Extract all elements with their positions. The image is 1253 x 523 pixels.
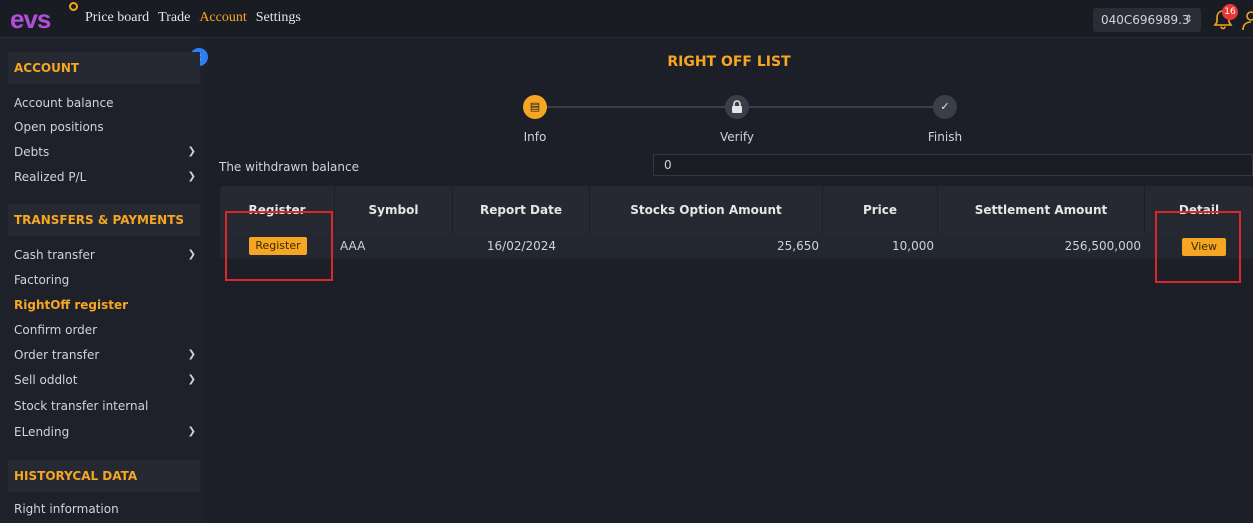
check-icon: ✓ — [933, 95, 957, 119]
sidebar-item-confirm-order[interactable]: Confirm order — [14, 319, 204, 341]
cell-price: 10,000 — [892, 239, 934, 253]
rightoff-table: Register Symbol Report Date Stocks Optio… — [220, 186, 1253, 260]
app-logo[interactable]: evs — [10, 2, 78, 34]
sidebar-item-label: Stock transfer internal — [14, 399, 149, 413]
sidebar-item-account-balance[interactable]: Account balance — [14, 92, 204, 114]
top-bar: evs Price board Trade Account Settings 0… — [0, 0, 1253, 38]
account-select[interactable]: 040C696989.3 ⇕ — [1093, 8, 1201, 32]
sidebar-item-open-positions[interactable]: Open positions — [14, 116, 204, 138]
nav-settings[interactable]: Settings — [256, 10, 301, 26]
sidebar-item-label: Right information — [14, 502, 119, 516]
sidebar-item-debts[interactable]: Debts ❯ — [14, 141, 204, 163]
sidebar-item-label: Cash transfer — [14, 248, 95, 262]
logo-dot — [69, 2, 78, 11]
sidebar-item-label: Realized P/L — [14, 170, 87, 184]
nav-account[interactable]: Account — [199, 10, 246, 26]
sidebar-item-label: Order transfer — [14, 348, 100, 362]
table-row: Register AAA 16/02/2024 25,650 10,000 25… — [220, 234, 1253, 258]
chevron-down-icon: ❯ — [187, 171, 196, 182]
notification-badge: 16 — [1222, 4, 1238, 20]
account-number: 040C696989.3 — [1101, 13, 1190, 27]
logo-text: evs — [10, 4, 51, 34]
stepper-line — [547, 106, 735, 108]
select-caret-icon: ⇕ — [1184, 14, 1193, 25]
highlight-box-view — [1155, 211, 1241, 283]
sidebar-item-label: Factoring — [14, 273, 70, 287]
sidebar-item-label: Debts — [14, 145, 50, 159]
sidebar-item-factoring[interactable]: Factoring — [14, 269, 204, 291]
sidebar-item-label: Open positions — [14, 120, 104, 134]
withdrawn-balance-label: The withdrawn balance — [219, 160, 359, 174]
section-historycal-data: HISTORYCAL DATA — [8, 460, 200, 492]
stepper-line — [747, 106, 935, 108]
sidebar-item-order-transfer[interactable]: Order transfer ❯ — [14, 344, 204, 366]
chevron-down-icon: ❯ — [187, 374, 196, 385]
chevron-down-icon: ❯ — [187, 249, 196, 260]
step-label-finish: Finish — [927, 130, 963, 144]
cell-symbol: AAA — [340, 239, 366, 253]
sidebar-item-label: ELending — [14, 425, 70, 439]
cell-stocks-option-amount: 25,650 — [777, 239, 819, 253]
section-transfers-payments: TRANSFERS & PAYMENTS — [8, 204, 200, 236]
nav-price-board[interactable]: Price board — [85, 10, 149, 26]
user-icon[interactable] — [1242, 10, 1253, 32]
chevron-down-icon: ❯ — [187, 349, 196, 360]
sidebar: ‹ ACCOUNT Account balance Open positions… — [0, 38, 208, 523]
withdrawn-balance-field[interactable]: 0 — [653, 154, 1253, 176]
chevron-down-icon: ❯ — [187, 146, 196, 157]
chevron-down-icon: ❯ — [187, 426, 196, 437]
lock-icon — [725, 95, 749, 119]
sidebar-item-stock-transfer-internal[interactable]: Stock transfer internal — [14, 395, 204, 417]
step-label-verify: Verify — [719, 130, 755, 144]
sidebar-item-realized-pl[interactable]: Realized P/L ❯ — [14, 166, 204, 188]
col-stocks-option-amount: Stocks Option Amount — [590, 186, 823, 234]
main-nav: Price board Trade Account Settings — [85, 10, 310, 26]
page-title: RIGHT OFF LIST — [667, 54, 791, 70]
sidebar-item-elending[interactable]: ELending ❯ — [14, 421, 204, 443]
col-symbol: Symbol — [335, 186, 453, 234]
col-report-date: Report Date — [453, 186, 590, 234]
highlight-box-register — [225, 211, 333, 281]
table-header: Register Symbol Report Date Stocks Optio… — [220, 186, 1253, 234]
sidebar-item-sell-oddlot[interactable]: Sell oddlot ❯ — [14, 369, 204, 391]
sidebar-item-right-information[interactable]: Right information — [14, 498, 204, 520]
keyboard-icon: ▤ — [523, 95, 547, 119]
nav-trade[interactable]: Trade — [158, 10, 190, 26]
sidebar-item-label: Account balance — [14, 96, 114, 110]
cell-report-date: 16/02/2024 — [486, 239, 557, 253]
col-price: Price — [823, 186, 938, 234]
sidebar-item-label: Sell oddlot — [14, 373, 78, 387]
section-account: ACCOUNT — [8, 52, 200, 84]
main-content: RIGHT OFF LIST ▤ ✓ Info Verify Finish Th… — [205, 38, 1253, 523]
sidebar-item-cash-transfer[interactable]: Cash transfer ❯ — [14, 244, 204, 266]
sidebar-item-label: RightOff register — [14, 298, 129, 312]
sidebar-item-rightoff-register[interactable]: RightOff register — [14, 294, 204, 316]
sidebar-item-label: Confirm order — [14, 323, 98, 337]
step-label-info: Info — [523, 130, 547, 144]
col-settlement-amount: Settlement Amount — [938, 186, 1145, 234]
cell-settlement-amount: 256,500,000 — [1064, 239, 1141, 253]
